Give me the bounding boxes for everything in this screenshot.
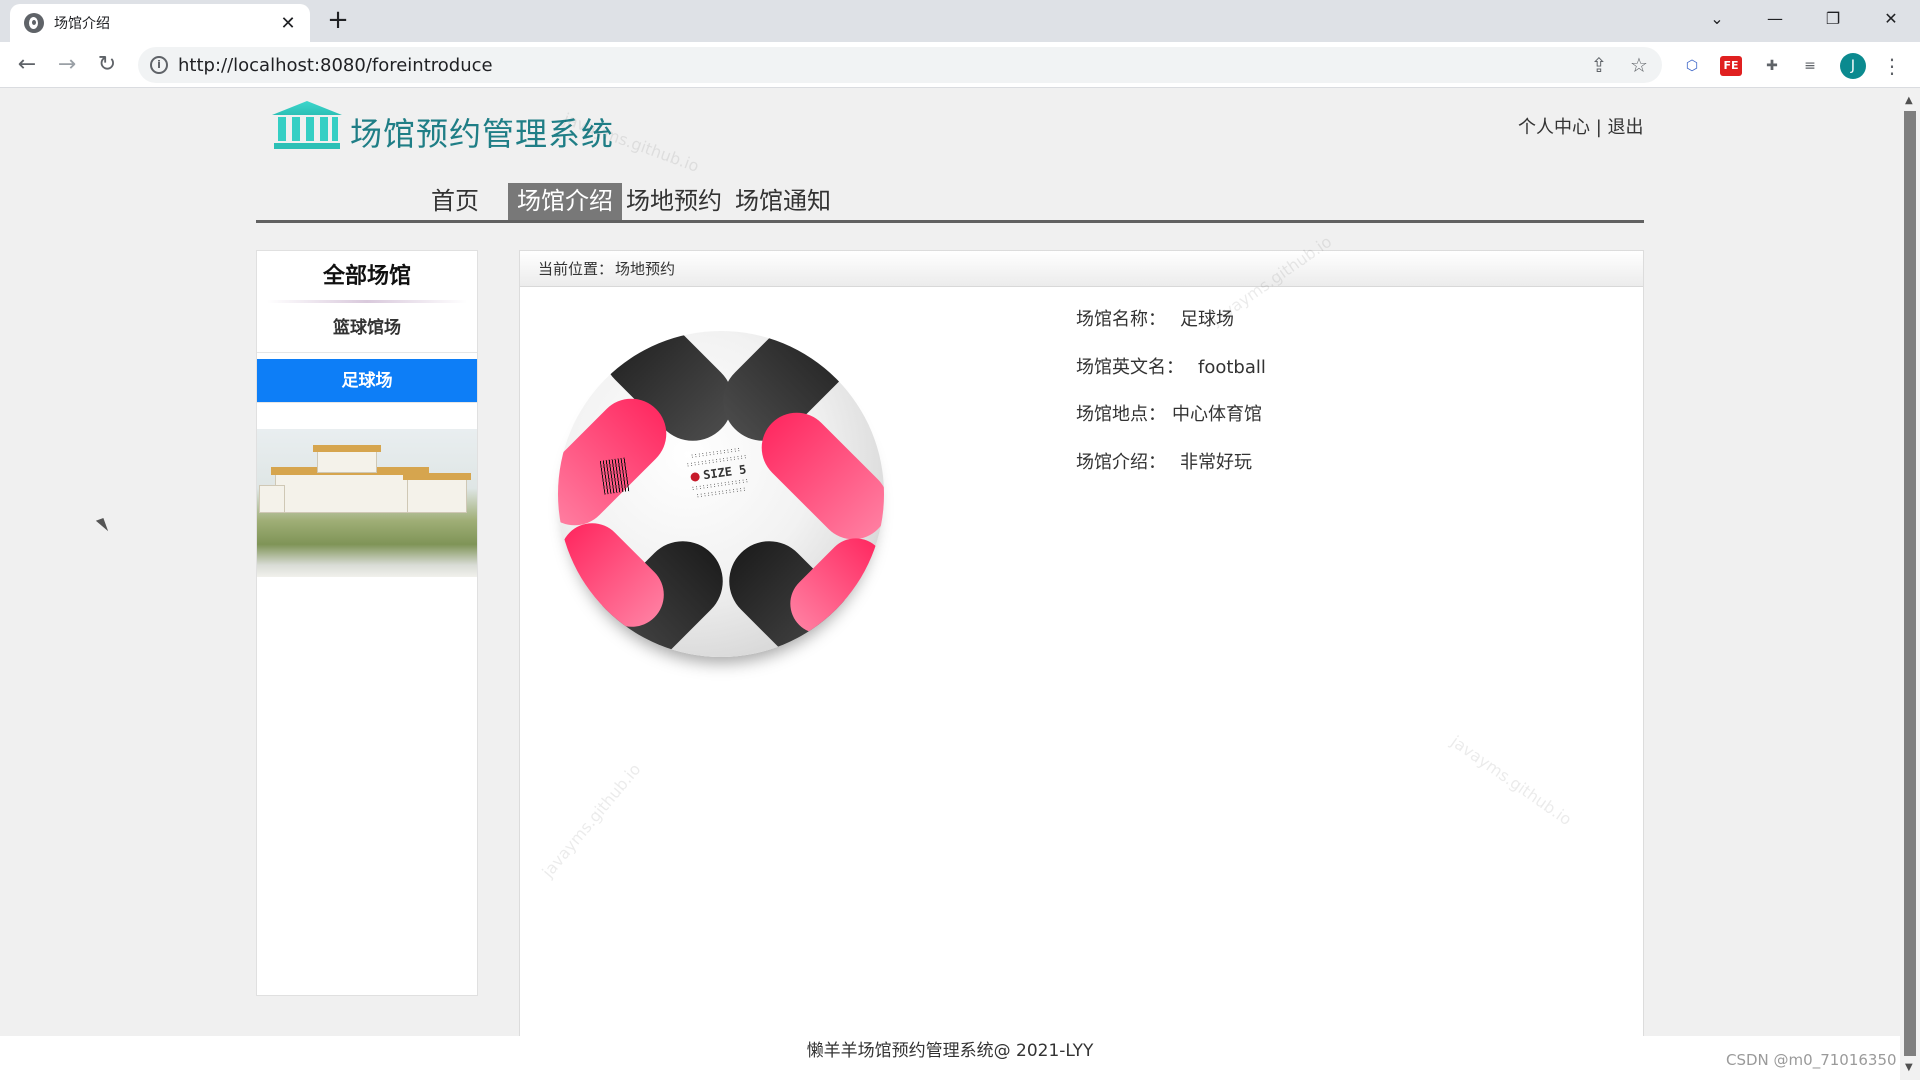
tab-title: 场馆介绍 xyxy=(54,16,110,32)
breadcrumb: 当前位置： 场地预约 xyxy=(520,251,1643,287)
venue-description-label: 场馆介绍： xyxy=(1076,451,1166,473)
browser-tab[interactable]: 场馆介绍 ✕ xyxy=(10,4,310,42)
extension-hex-icon[interactable]: ⬡ xyxy=(1680,54,1704,78)
venue-name-row: 场馆名称： 足球场 xyxy=(1076,305,1266,353)
venue-location-label: 场馆地点： xyxy=(1076,404,1166,425)
watermark: javayms.github.io xyxy=(538,759,645,882)
nav-underline xyxy=(256,220,1644,223)
extensions-puzzle-icon[interactable]: ✚ xyxy=(1760,54,1784,78)
venue-image: :::::::::::::: ::::::::::::::::: SIZE 5 … xyxy=(558,331,884,657)
logout-link[interactable]: 退出 xyxy=(1608,117,1644,138)
reading-list-icon[interactable]: ≡ xyxy=(1798,54,1822,78)
scroll-down-arrow-icon[interactable]: ▼ xyxy=(1905,1062,1913,1073)
close-window-icon[interactable]: ✕ xyxy=(1876,4,1906,34)
breadcrumb-current: 场地预约 xyxy=(615,260,676,278)
venue-description-row: 场馆介绍： 非常好玩 xyxy=(1076,448,1266,496)
ball-label: :::::::::::::: ::::::::::::::::: SIZE 5 … xyxy=(672,443,769,540)
site-info-icon[interactable]: i xyxy=(150,56,168,74)
football-image: :::::::::::::: ::::::::::::::::: SIZE 5 … xyxy=(558,331,884,657)
browser-toolbar: ← → ↻ i http://localhost:8080/foreintrod… xyxy=(0,42,1920,88)
nav-field-booking[interactable]: 场地预约 xyxy=(617,183,731,220)
menu-dots-icon[interactable]: ⋮ xyxy=(1880,54,1904,78)
share-icon[interactable]: ⇪ xyxy=(1588,54,1610,76)
globe-icon xyxy=(24,13,44,33)
venue-name-value: 足球场 xyxy=(1180,309,1234,330)
header-links: 个人中心 | 退出 xyxy=(1518,113,1644,139)
address-bar[interactable]: i http://localhost:8080/foreintroduce ⇪ … xyxy=(138,47,1662,83)
reload-icon[interactable]: ↻ xyxy=(92,50,122,80)
venue-sidebar: 全部场馆 篮球馆场 足球场 xyxy=(256,250,478,996)
personal-center-link[interactable]: 个人中心 xyxy=(1518,117,1590,138)
forward-arrow-icon[interactable]: → xyxy=(52,50,82,80)
venue-description-value: 非常好玩 xyxy=(1180,451,1252,473)
scroll-up-arrow-icon[interactable]: ▲ xyxy=(1905,95,1913,106)
breadcrumb-prefix: 当前位置： xyxy=(538,260,614,278)
sidebar-title: 全部场馆 xyxy=(257,251,477,303)
venue-english-name-value: football xyxy=(1198,356,1266,378)
sidebar-item-football[interactable]: 足球场 xyxy=(257,359,477,403)
nav-venue-notice[interactable]: 场馆通知 xyxy=(726,183,840,220)
vertical-scrollbar[interactable]: ▲ ▼ xyxy=(1900,89,1920,1080)
close-tab-icon[interactable]: ✕ xyxy=(278,13,298,34)
site-title: 场馆预约管理系统 xyxy=(350,115,615,153)
scrollbar-thumb[interactable] xyxy=(1904,111,1916,1056)
mouse-cursor-icon xyxy=(95,518,109,534)
bookmark-star-icon[interactable]: ☆ xyxy=(1628,54,1650,76)
page-viewport: 场馆预约管理系统 个人中心 | 退出 首页 场馆介绍 场地预约 场馆通知 全部场… xyxy=(0,89,1900,1080)
venue-name-label: 场馆名称： xyxy=(1076,309,1166,330)
watermark: javayms.github.io xyxy=(1447,731,1576,830)
url-text[interactable]: http://localhost:8080/foreintroduce xyxy=(178,55,493,76)
barcode-mark xyxy=(599,457,631,495)
venue-english-name-row: 场馆英文名： football xyxy=(1076,353,1266,401)
fe-extension-icon[interactable]: FE xyxy=(1720,56,1742,76)
footer-text: 懒羊羊场馆预约管理系统@ 2021-LYY xyxy=(806,1041,1094,1061)
nav-home[interactable]: 首页 xyxy=(422,183,488,220)
venue-location-row: 场馆地点： 中心体育馆 xyxy=(1076,400,1266,448)
restore-icon[interactable]: ❐ xyxy=(1818,4,1848,34)
page-footer: 懒羊羊场馆预约管理系统@ 2021-LYY xyxy=(0,1036,1900,1080)
browser-tab-strip: 场馆介绍 ✕ + ⌄ — ❐ ✕ xyxy=(0,0,1920,42)
nav-venue-intro[interactable]: 场馆介绍 xyxy=(508,183,622,220)
tab-search-chevron-icon[interactable]: ⌄ xyxy=(1702,4,1732,34)
venue-location-value: 中心体育馆 xyxy=(1172,404,1262,425)
venue-detail-panel: 当前位置： 场地预约 :::::::::::::: :::::::::::::::… xyxy=(519,232,1644,1038)
venue-english-name-label: 场馆英文名： xyxy=(1076,356,1184,378)
back-arrow-icon[interactable]: ← xyxy=(12,50,42,80)
profile-avatar[interactable]: J xyxy=(1840,53,1866,79)
new-tab-button[interactable]: + xyxy=(324,6,352,34)
venue-info: 场馆名称： 足球场 场馆英文名： football 场馆地点： 中心体育馆 场馆介绍：… xyxy=(1076,305,1266,495)
csdn-credit: CSDN @m0_71016350 xyxy=(1726,1051,1897,1069)
minimize-icon[interactable]: — xyxy=(1760,4,1790,34)
sidebar-item-basketball[interactable]: 篮球馆场 xyxy=(257,303,477,353)
venue-building-photo xyxy=(257,429,477,577)
link-separator: | xyxy=(1590,117,1608,138)
building-logo-icon xyxy=(272,101,342,151)
